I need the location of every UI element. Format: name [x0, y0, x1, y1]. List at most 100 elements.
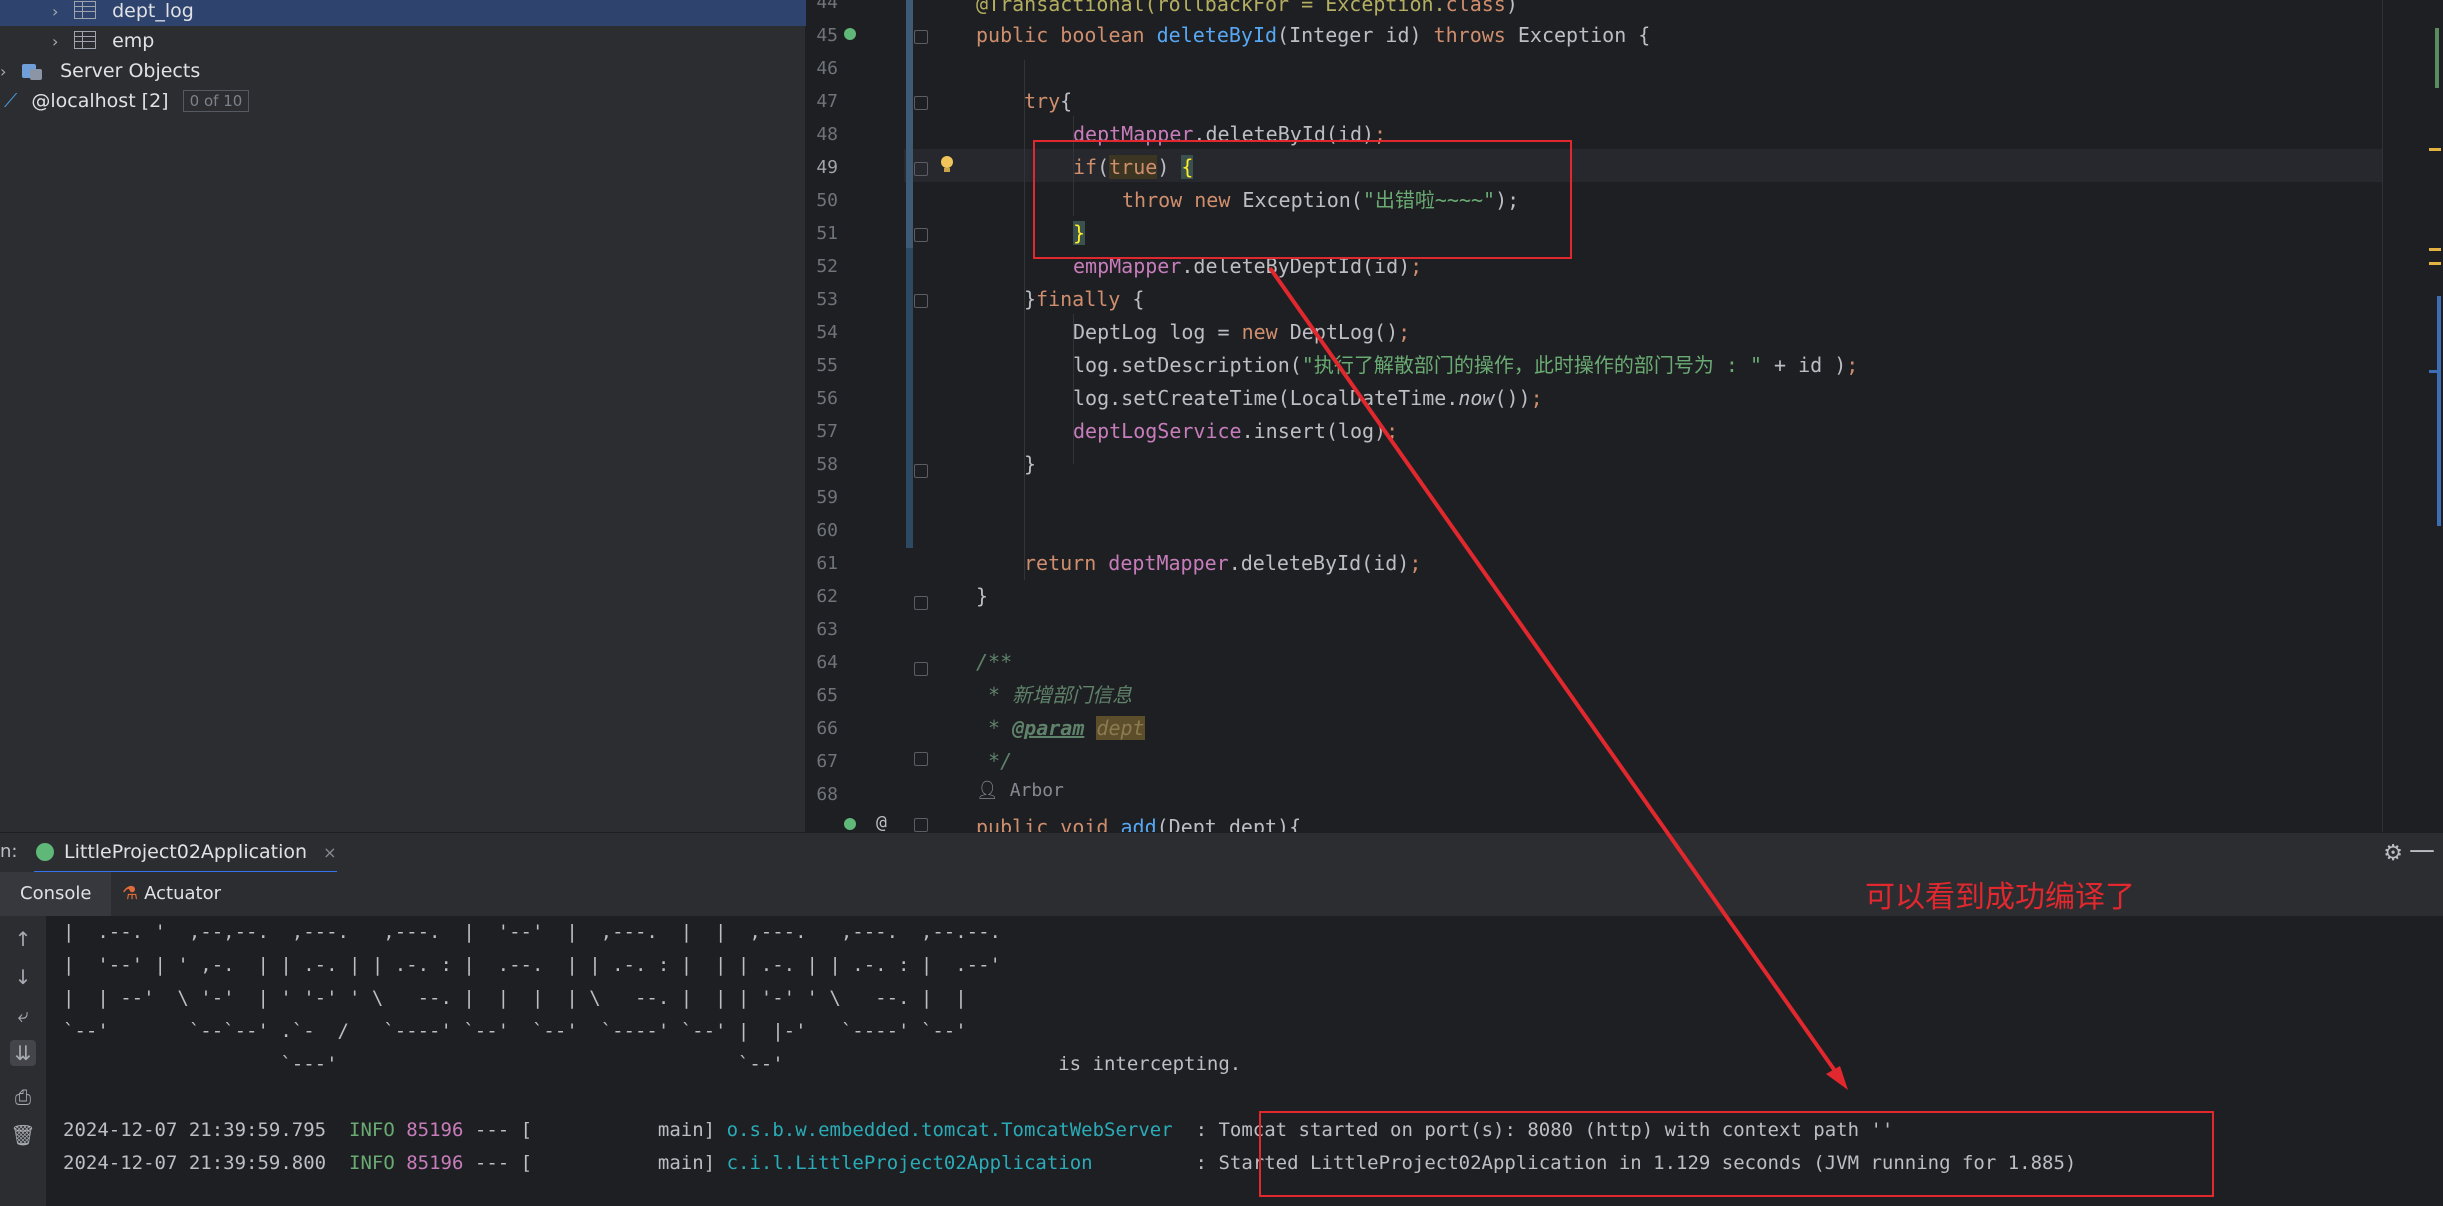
code-line-54: DeptLog log = new DeptLog(); [1073, 316, 1410, 349]
log-pid: 85196 [406, 1119, 464, 1141]
doc-comment: */ [976, 749, 1013, 773]
log-separator: : [1092, 1152, 1207, 1174]
person-icon: 👤︎ [976, 780, 999, 801]
scroll-to-end-icon[interactable]: ⇊ [10, 1040, 36, 1066]
code-text: DeptLog log = [1073, 320, 1242, 344]
code-text: Exception { [1517, 23, 1651, 47]
chevron-right-icon[interactable]: › [52, 0, 68, 27]
code-line-68: public void add(Dept dept){ [976, 811, 1301, 832]
keyword: class [1445, 0, 1506, 16]
actuator-icon: ⚗ [122, 883, 139, 904]
log-separator: : [1172, 1119, 1208, 1141]
code-line-55: log.setDescription("执行了解散部门的操作，此时操作的部门号为… [1073, 349, 1858, 382]
code-text: { [1060, 89, 1073, 113]
tree-item-dept-log[interactable]: › dept_log [0, 0, 857, 26]
annotation-text: @Transactional(rollbackFor = Exception. [976, 0, 1446, 16]
close-icon[interactable]: × [323, 843, 336, 862]
code-line-53: }finally { [1024, 283, 1144, 316]
run-tab-title: LittleProject02Application [64, 841, 308, 863]
doc-comment: /** [976, 650, 1013, 674]
log-level: INFO [349, 1119, 395, 1141]
error-stripe[interactable] [2382, 0, 2443, 832]
database-explorer-panel: › dept_log › emp › Server Objects ⟋ @loc… [0, 0, 857, 832]
log-logger[interactable]: o.s.b.w.embedded.tomcat.TomcatWebServer [727, 1119, 1173, 1141]
tree-item-label: Server Objects [60, 60, 201, 82]
chevron-right-icon[interactable]: › [0, 57, 16, 87]
print-icon[interactable]: ⎙ [10, 1084, 36, 1110]
code-text: log.setCreateTime(LocalDateTime. [1073, 386, 1459, 410]
code-line-44: @Transactional(rollbackFor = Exception.c… [976, 0, 1518, 21]
soft-wrap-icon[interactable]: ⤶ [10, 1002, 36, 1028]
author-inlay-hint[interactable]: 👤︎ Arbor [976, 780, 1064, 801]
warning-marker [2429, 248, 2441, 251]
code-line-66: * @param dept [976, 712, 1145, 745]
code-line-62: } [976, 580, 988, 613]
scroll-up-icon[interactable]: ↑ [10, 926, 36, 952]
change-marker [2435, 28, 2439, 88]
keyword: try [1024, 89, 1061, 113]
code-line-65: * 新增部门信息 [976, 679, 1132, 712]
log-separator: --- [ [474, 1119, 533, 1141]
code-line-58: } [1024, 448, 1036, 481]
tree-item-label: emp [112, 30, 155, 52]
code-area[interactable]: @Transactional(rollbackFor = Exception.c… [806, 0, 2366, 832]
method-name: deleteById [1156, 23, 1278, 47]
tree-item-server-objects[interactable]: › Server Objects [0, 56, 200, 86]
clear-all-icon[interactable]: 🗑︎ [10, 1122, 36, 1148]
banner-line: `--' `--`--' .`- / `----' `--' `--' `---… [63, 1020, 967, 1042]
code-line-57: deptLogService.insert(log); [1073, 415, 1398, 448]
host-connection-icon: ⟋ [4, 90, 18, 112]
doc-param: dept [1096, 716, 1145, 740]
log-timestamp: 2024-12-07 21:39:59.795 [63, 1119, 327, 1141]
code-text: { [1132, 287, 1145, 311]
run-tab-little-project[interactable]: LittleProject02Application × [34, 833, 337, 874]
tree-item-label: @localhost [2] [31, 90, 169, 112]
keyword: return [1024, 551, 1109, 575]
tab-label: Actuator [144, 883, 222, 904]
keyword: new [1241, 320, 1290, 344]
string-literal: "执行了解散部门的操作，此时操作的部门号为 : " [1301, 353, 1762, 377]
gear-icon[interactable]: ⚙ [2383, 841, 2403, 866]
scroll-down-icon[interactable]: ↓ [10, 964, 36, 990]
banner-line: `---' `--' is intercepting. [63, 1053, 1242, 1075]
annotation-caption: 可以看到成功编译了 [1865, 880, 2135, 915]
run-toolwindow-header: n: LittleProject02Application × ⚙ — [0, 832, 2443, 874]
doc-comment: * [976, 716, 1013, 740]
code-text: ; [1398, 320, 1411, 344]
tab-label: Console [20, 883, 92, 904]
log-logger[interactable]: c.i.l.LittleProject02Application [727, 1152, 1093, 1174]
doc-comment: * 新增部门信息 [976, 683, 1133, 707]
code-line-56: log.setCreateTime(LocalDateTime.now()); [1073, 382, 1543, 415]
chevron-right-icon[interactable]: › [52, 27, 68, 57]
table-icon [74, 31, 97, 49]
banner-line: | '--' | ' ,-. | | .-. | | .-. : | .--. … [63, 954, 1001, 976]
tree-item-emp[interactable]: › emp [52, 26, 154, 56]
minimize-icon[interactable]: — [2409, 835, 2435, 865]
warning-marker [2429, 262, 2441, 265]
highlight-box-throw-exception [1033, 140, 1572, 259]
console-toolbar: ↑ ↓ ⤶ ⇊ ⎙ 🗑︎ [0, 916, 47, 1206]
code-text: ) [1505, 0, 1518, 16]
author-name: Arbor [1009, 780, 1064, 801]
code-editor[interactable]: 44 45 46 47 48 49 50 51 52 53 54 55 56 57 58 59 60 61 62 63… [806, 0, 2443, 832]
keyword: boolean [1060, 23, 1157, 47]
schema-count-badge: 0 of 10 [182, 90, 250, 112]
code-text: ; [1409, 551, 1422, 575]
code-text: .insert(log) [1241, 419, 1387, 443]
keyword: public [976, 815, 1061, 832]
code-text: ; [1386, 419, 1399, 443]
tab-actuator[interactable]: ⚗ Actuator [102, 872, 241, 916]
code-text: } [1024, 287, 1037, 311]
log-timestamp: 2024-12-07 21:39:59.800 [63, 1152, 327, 1174]
code-text: DeptLog() [1289, 320, 1399, 344]
keyword: void [1060, 815, 1121, 832]
tree-item-label: dept_log [112, 0, 194, 22]
doc-tag: @param [1012, 716, 1085, 740]
change-marker [2437, 296, 2441, 526]
tab-console[interactable]: Console [0, 872, 112, 916]
server-objects-icon [22, 62, 44, 80]
code-text: ; [1846, 353, 1859, 377]
banner-line: | .--. ' ,--,--. ,---. ,---. | '--' | ,-… [63, 921, 1001, 943]
log-separator: --- [ [474, 1152, 533, 1174]
tree-item-localhost[interactable]: ⟋ @localhost [2] 0 of 10 [4, 86, 250, 116]
